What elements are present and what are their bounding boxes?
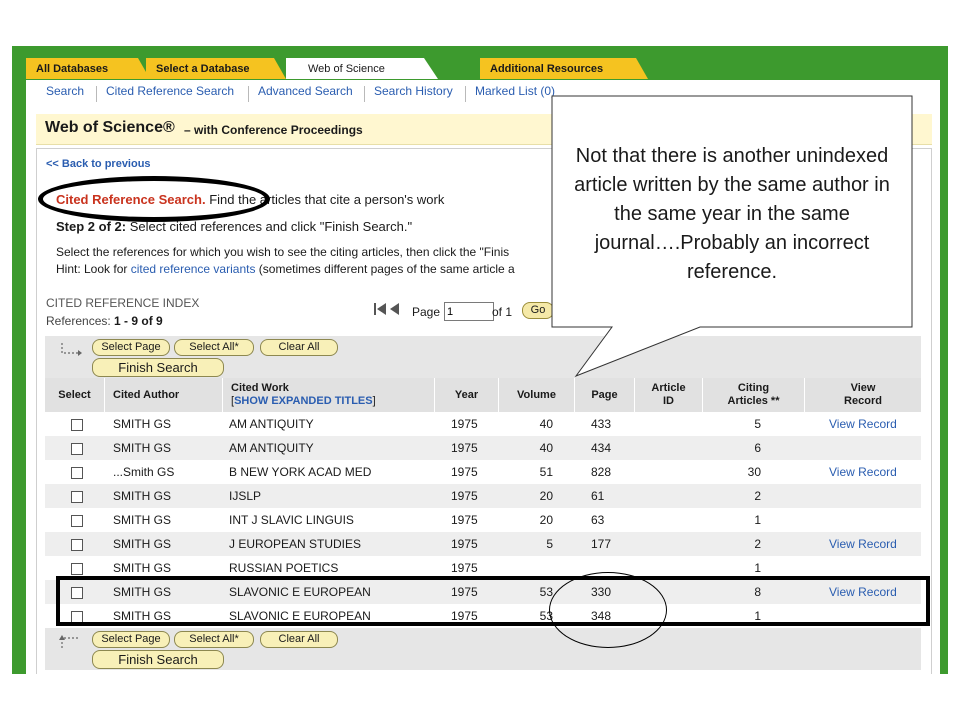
callout-text: Not that there is another unindexed arti…	[574, 145, 890, 283]
callout-bubble	[551, 95, 913, 378]
